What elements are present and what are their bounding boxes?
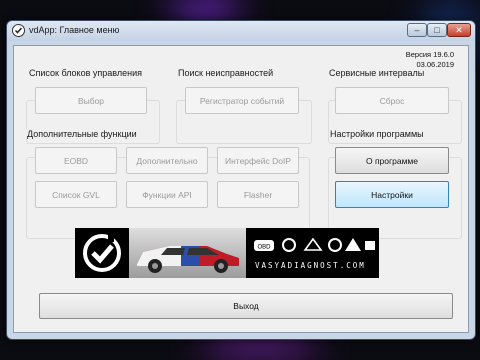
maximize-icon: □: [434, 25, 440, 35]
additional-functions-title: Дополнительные функции: [26, 129, 138, 139]
control-units-title: Список блоков управления: [28, 68, 143, 78]
advanced-button[interactable]: Дополнительно: [126, 147, 208, 174]
select-button[interactable]: Выбор: [35, 87, 147, 114]
main-window: vdApp: Главное меню – □ ✕ Версия 19.6.0 …: [6, 20, 476, 340]
about-button[interactable]: О программе: [335, 147, 449, 174]
service-intervals-title: Сервисные интервалы: [328, 68, 426, 78]
version-label: Версия 19.6.0: [405, 50, 454, 59]
banner-url: VASYADIAGNOST.COM: [255, 261, 366, 270]
car-image: [129, 228, 246, 278]
minimize-button[interactable]: –: [407, 23, 427, 37]
program-settings-title: Настройки программы: [329, 129, 425, 139]
doip-interface-button[interactable]: Интерфейс DoIP: [217, 147, 299, 174]
exit-button[interactable]: Выход: [39, 293, 453, 319]
eobd-button[interactable]: EOBD: [35, 147, 117, 174]
flasher-button[interactable]: Flasher: [217, 181, 299, 208]
vdapp-icon: [12, 24, 25, 37]
fault-search-title: Поиск неисправностей: [177, 68, 275, 78]
main-menu-panel: Версия 19.6.0 03.06.2019 Список блоков у…: [13, 45, 469, 333]
banner-icon-row: OBD: [253, 236, 375, 259]
api-functions-button[interactable]: Функции API: [126, 181, 208, 208]
event-recorder-button[interactable]: Регистратор событий: [185, 87, 299, 114]
obd-logo-text: OBD: [257, 245, 271, 251]
close-button[interactable]: ✕: [447, 23, 471, 37]
reset-button[interactable]: Сброс: [335, 87, 449, 114]
maximize-button[interactable]: □: [427, 23, 447, 37]
minimize-icon: –: [414, 25, 420, 35]
vasyadiagnost-banner[interactable]: OBD VASYADIAGNOST.COM: [75, 228, 379, 278]
title-bar[interactable]: vdApp: Главное меню – □ ✕: [7, 21, 475, 41]
gvl-list-button[interactable]: Список GVL: [35, 181, 117, 208]
close-icon: ✕: [455, 25, 463, 35]
version-info: Версия 19.6.0 03.06.2019: [406, 50, 454, 70]
settings-button[interactable]: Настройки: [335, 181, 449, 208]
window-title: vdApp: Главное меню: [29, 25, 120, 35]
check-circle-logo-icon: [83, 234, 121, 272]
